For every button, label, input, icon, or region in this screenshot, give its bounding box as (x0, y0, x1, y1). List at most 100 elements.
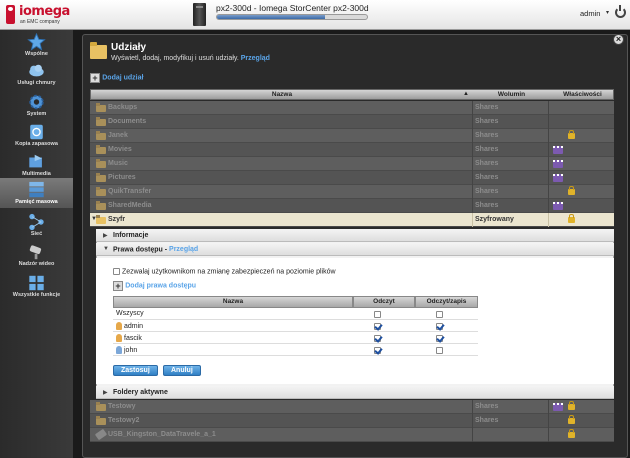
share-name: Documents (108, 118, 147, 125)
overview-link[interactable]: Przegląd (241, 55, 270, 62)
top-bar: iomega an EMC company px2-300d - Iomega … (0, 0, 630, 30)
sidebar-item-2[interactable]: System (0, 90, 73, 120)
readwrite-checkbox[interactable] (436, 347, 443, 355)
share-name: Music (108, 160, 128, 167)
permissions-overview-link[interactable]: Przegląd (169, 246, 198, 253)
media-icon (553, 146, 563, 154)
expand-right-icon: ▶ (103, 233, 108, 239)
add-share-button[interactable]: + Dodaj udział (90, 73, 143, 85)
readwrite-checkbox[interactable] (436, 335, 443, 343)
info-section-title: Informacje (113, 232, 149, 239)
shares-table-header: Nazwa ▲ Wolumin Właściwości (90, 89, 614, 100)
star-icon (27, 32, 46, 51)
sidebar-item-6[interactable]: Sieć (0, 210, 73, 240)
sidebar-item-label: Usługi chmury (17, 80, 56, 86)
permission-user-name: Wszyscy (116, 310, 144, 317)
table-row[interactable]: Janek Shares (90, 129, 614, 143)
perm-col-read: Odczyt (353, 296, 415, 308)
add-permissions-button[interactable]: + Dodaj prawa dostępu (113, 281, 196, 291)
read-checkbox[interactable] (374, 311, 381, 319)
add-share-label: Dodaj udział (102, 74, 144, 82)
nas-device-icon (193, 3, 206, 26)
share-volume: Shares (475, 202, 499, 209)
share-volume: Shares (475, 188, 499, 195)
active-folders-section[interactable]: ▶ Foldery aktywne (96, 386, 614, 399)
sidebar-item-5[interactable]: Pamięć masowa (0, 178, 73, 208)
folder-icon (96, 131, 106, 140)
sidebar-item-label: Nadzór wideo (18, 261, 55, 267)
sidebar-item-3[interactable]: Kopia zapasowa (0, 120, 73, 150)
table-row[interactable]: USB_Kingston_DataTravele_a_1 (90, 428, 614, 442)
table-row[interactable]: Movies Shares (90, 143, 614, 157)
cloud-icon (27, 62, 46, 80)
multimedia-icon (27, 153, 46, 171)
apply-button[interactable]: Zastosuj (113, 365, 158, 376)
share-name: Szyfr (108, 216, 126, 223)
user-menu[interactable]: admin (580, 9, 600, 18)
brand-sub: an EMC company (20, 19, 60, 25)
share-name: Testowy (108, 403, 136, 410)
expand-right-icon: ▶ (103, 390, 108, 396)
iomega-logo: iomega an EMC company (6, 4, 70, 26)
folder-icon (96, 117, 106, 126)
sort-up-icon[interactable]: ▲ (461, 91, 471, 97)
expand-down-icon: ▼ (103, 246, 109, 252)
cancel-button[interactable]: Anuluj (163, 365, 201, 376)
plus-icon: + (113, 281, 123, 291)
table-row[interactable]: ▼ Szyfr Szyfrowany (90, 213, 614, 227)
page-subtitle-text: Wyświetl, dodaj, modyfikuj i usuń udział… (111, 55, 239, 62)
readwrite-checkbox[interactable] (436, 323, 443, 331)
table-row[interactable]: Documents Shares (90, 115, 614, 129)
col-name[interactable]: Nazwa (91, 91, 473, 98)
read-checkbox[interactable] (374, 323, 381, 331)
table-row[interactable]: Backups Shares (90, 101, 614, 115)
permission-user: fascik (116, 334, 142, 342)
perm-col-name: Nazwa (113, 296, 353, 308)
power-icon[interactable] (615, 5, 626, 18)
sidebar-item-0[interactable]: Wspólne (0, 30, 73, 60)
folder-icon (96, 103, 106, 112)
sidebar-item-8[interactable]: Wszystkie funkcje (0, 271, 73, 301)
table-row[interactable]: SharedMedia Shares (90, 199, 614, 213)
read-checkbox[interactable] (374, 335, 381, 343)
sidebar-item-7[interactable]: Nadzór wideo (0, 240, 73, 270)
table-row[interactable]: Testowy2 Shares (90, 414, 614, 428)
allow-file-security-checkbox[interactable] (113, 268, 120, 275)
chevron-down-icon[interactable]: ▾ (606, 9, 609, 16)
permission-user: admin (116, 322, 143, 330)
readwrite-checkbox[interactable] (436, 311, 443, 319)
permission-row: john (113, 344, 478, 356)
permission-user-name: john (124, 346, 138, 354)
permission-user: Wszyscy (116, 310, 144, 317)
col-properties[interactable]: Właściwości (550, 91, 615, 98)
table-row[interactable]: Music Shares (90, 157, 614, 171)
share-name: SharedMedia (108, 202, 152, 209)
network-icon (27, 213, 46, 231)
lock-icon (568, 214, 575, 223)
read-checkbox[interactable] (374, 347, 381, 355)
permission-user-name: fascik (124, 334, 142, 342)
media-icon (553, 174, 563, 182)
lock-icon (568, 429, 575, 438)
share-volume: Shares (475, 174, 499, 181)
col-volume[interactable]: Wolumin (474, 91, 549, 98)
permissions-section[interactable]: ▼ Prawa dostępu - Przegląd (96, 243, 614, 256)
lock-icon (568, 415, 575, 424)
sidebar-item-label: Kopia zapasowa (15, 141, 58, 147)
permission-row: fascik (113, 332, 478, 344)
table-row[interactable]: Pictures Shares (90, 171, 614, 185)
user-icon (116, 334, 122, 342)
info-section[interactable]: ▶ Informacje (96, 229, 614, 242)
sidebar-item-4[interactable]: Multimedia (0, 150, 73, 180)
folder-icon (96, 187, 106, 196)
permission-user-name: admin (124, 322, 144, 330)
media-icon (553, 202, 563, 210)
brand-name: iomega (19, 4, 70, 19)
sidebar-item-label: System (26, 111, 47, 117)
allow-file-security-option[interactable]: Zezwalaj użytkownikom na zmianę zabezpie… (113, 268, 336, 275)
sidebar-item-1[interactable]: Usługi chmury (0, 59, 73, 89)
share-volume: Shares (475, 146, 499, 153)
table-row[interactable]: QuikTransfer Shares (90, 185, 614, 199)
table-row[interactable]: Testowy Shares (90, 400, 614, 414)
share-volume: Shares (475, 417, 499, 424)
